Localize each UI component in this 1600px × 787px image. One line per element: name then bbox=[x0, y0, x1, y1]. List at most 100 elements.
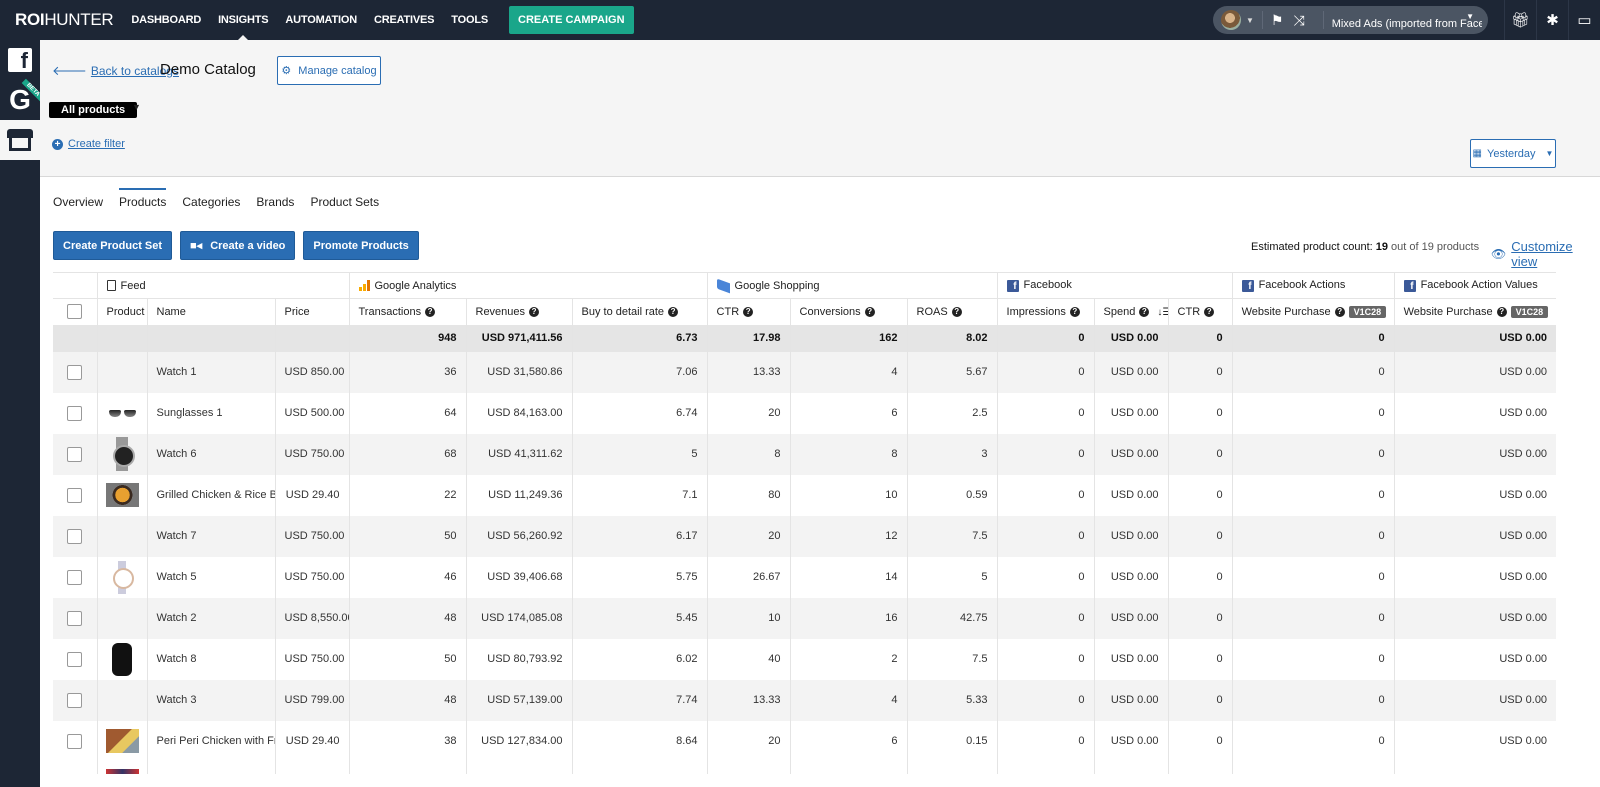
row-checkbox[interactable] bbox=[67, 692, 83, 708]
help-icon[interactable]: ? bbox=[425, 306, 436, 317]
roi-hunter-logo[interactable]: ROIHUNTER bbox=[15, 10, 114, 30]
group-label: Facebook Action Values bbox=[1420, 279, 1538, 292]
row-checkbox[interactable] bbox=[67, 651, 83, 667]
table-row[interactable]: Peri Peri Chicken with FriesUSD 29.4038U… bbox=[53, 720, 1556, 762]
product-thumbnail[interactable] bbox=[105, 729, 139, 753]
col-website-purchase-values[interactable]: Website Purchase? V1C28 bbox=[1394, 299, 1556, 325]
col-spend[interactable]: Spend? ↓☰ bbox=[1094, 298, 1169, 325]
count-value: 19 bbox=[1375, 241, 1388, 253]
shuffle-icon[interactable]: ⤨ bbox=[1293, 12, 1304, 29]
sort-desc-icon[interactable]: ↓☰ bbox=[1157, 307, 1167, 318]
nav-tools[interactable]: TOOLS bbox=[451, 0, 488, 40]
table-row[interactable]: Watch 6 USD 750.00 68 USD 41,311.62 5 8 8 3 0 USD… bbox=[53, 433, 1557, 475]
chat-icon[interactable]: ▭ bbox=[1568, 0, 1600, 40]
col-fb-ctr[interactable]: CTR? bbox=[1168, 298, 1233, 325]
table-row[interactable] bbox=[53, 761, 1557, 774]
col-buy-to-detail-rate[interactable]: Buy to detail rate? bbox=[572, 298, 708, 325]
col-name[interactable]: Name bbox=[147, 298, 276, 325]
nav-dashboard[interactable]: DASHBOARD bbox=[131, 0, 201, 40]
table-row[interactable]: Watch 3 USD 799.00 48 USD 57,139.00 7.74 13.3… bbox=[53, 679, 1557, 721]
total-fb-ctr: 0 bbox=[1168, 324, 1233, 352]
help-icon[interactable]: ? bbox=[1496, 306, 1507, 317]
product-filter-select[interactable]: All products bbox=[49, 102, 138, 118]
row-checkbox[interactable] bbox=[67, 733, 83, 749]
attribution-badge[interactable]: V1C28 bbox=[1348, 305, 1387, 318]
sidebar-item-google[interactable]: G BETA bbox=[0, 78, 45, 120]
cell-transactions: 22 bbox=[349, 474, 467, 516]
account-name[interactable]: Mixed Ads (imported from Facebo bbox=[1332, 18, 1482, 30]
account-switcher[interactable]: ▼ ⚑ ⤨ Mixed Ads (imported from Facebo ▼ bbox=[1213, 6, 1488, 34]
sidebar-item-catalogs[interactable] bbox=[0, 120, 40, 160]
eye-icon: 👁︎ bbox=[1491, 247, 1507, 261]
product-thumbnail[interactable] bbox=[105, 560, 139, 594]
col-transactions[interactable]: Transactions? bbox=[349, 298, 467, 325]
select-all-checkbox[interactable] bbox=[67, 304, 83, 320]
row-checkbox[interactable] bbox=[67, 487, 83, 503]
product-name: Watch 8 bbox=[147, 638, 276, 680]
tab-brands[interactable]: Brands bbox=[256, 190, 294, 212]
table-row[interactable]: Watch 7 USD 750.00 50 USD 56,260.92 6.17 20 12… bbox=[53, 515, 1557, 557]
nav-insights[interactable]: INSIGHTS bbox=[218, 0, 269, 40]
row-checkbox[interactable] bbox=[67, 569, 83, 585]
cell-spend: USD 0.00 bbox=[1094, 351, 1169, 393]
col-product[interactable]: Product bbox=[97, 298, 148, 325]
col-price[interactable]: Price bbox=[275, 298, 350, 325]
table-row[interactable]: Grilled Chicken & Rice BowlUSD 29.4022US… bbox=[53, 474, 1556, 516]
create-product-set-button[interactable]: Create Product Set bbox=[53, 231, 173, 260]
row-checkbox[interactable] bbox=[67, 610, 83, 626]
col-roas[interactable]: ROAS? bbox=[907, 298, 998, 325]
flag-icon[interactable]: ⚑ bbox=[1271, 12, 1284, 29]
col-gs-ctr[interactable]: CTR? bbox=[707, 298, 791, 325]
product-thumbnail[interactable] bbox=[105, 401, 139, 425]
help-icon[interactable]: ? bbox=[743, 306, 754, 317]
product-thumbnail[interactable] bbox=[105, 483, 139, 507]
product-thumbnail[interactable] bbox=[105, 768, 139, 774]
col-impressions[interactable]: Impressions? bbox=[997, 298, 1095, 325]
help-icon[interactable]: ? bbox=[864, 306, 875, 317]
col-revenues[interactable]: Revenues? bbox=[466, 298, 573, 325]
product-thumbnail[interactable] bbox=[112, 642, 132, 676]
row-checkbox[interactable] bbox=[67, 446, 83, 462]
customize-view-link[interactable]: 👁︎ Customize view bbox=[1491, 239, 1600, 269]
help-icon[interactable]: ? bbox=[1069, 306, 1080, 317]
nav-automation[interactable]: AUTOMATION bbox=[285, 0, 357, 40]
row-checkbox[interactable] bbox=[67, 528, 83, 544]
chevron-down-icon[interactable]: ▼ bbox=[132, 102, 141, 112]
help-icon[interactable]: ? bbox=[951, 306, 962, 317]
product-thumbnail[interactable] bbox=[111, 437, 135, 471]
help-icon[interactable]: ? bbox=[1204, 306, 1215, 317]
promote-products-button[interactable]: Promote Products bbox=[303, 231, 419, 260]
tab-product-sets[interactable]: Product Sets bbox=[310, 190, 379, 212]
col-conversions[interactable]: Conversions? bbox=[790, 298, 908, 325]
tab-categories[interactable]: Categories bbox=[182, 190, 240, 212]
cell-price: USD 500.00 bbox=[275, 392, 350, 434]
create-filter-link[interactable]: + Create filter bbox=[52, 138, 125, 150]
row-checkbox[interactable] bbox=[67, 364, 83, 380]
manage-catalog-button[interactable]: ⚙ Manage catalog bbox=[277, 56, 381, 85]
create-campaign-button[interactable]: CREATE CAMPAIGN bbox=[509, 6, 634, 34]
table-row[interactable]: Watch 2 USD 8,550.00 48 USD 174,085.08 5.45 1… bbox=[53, 597, 1557, 639]
nav-creatives[interactable]: CREATIVES bbox=[374, 0, 435, 40]
date-range-picker[interactable]: ▦ Yesterday ▼ bbox=[1470, 139, 1556, 168]
bug-icon[interactable]: ✱ bbox=[1536, 0, 1568, 40]
help-icon[interactable]: ? bbox=[529, 306, 540, 317]
user-avatar[interactable] bbox=[1221, 10, 1241, 30]
col-website-purchase-actions[interactable]: Website Purchase? V1C28 bbox=[1232, 298, 1395, 325]
gift-icon[interactable]: 🎁︎ bbox=[1504, 0, 1536, 40]
product-name bbox=[147, 761, 276, 774]
tab-products[interactable]: Products bbox=[119, 188, 167, 212]
row-checkbox[interactable] bbox=[67, 405, 83, 421]
create-video-button[interactable]: ■◂ Create a video bbox=[180, 231, 296, 260]
tab-overview[interactable]: Overview bbox=[53, 190, 103, 212]
help-icon[interactable]: ? bbox=[1139, 306, 1150, 317]
help-icon[interactable]: ? bbox=[668, 306, 679, 317]
help-icon[interactable]: ? bbox=[1334, 306, 1345, 317]
catalog-header: 🡐 Back to catalogs Demo Catalog ⚙ Manage… bbox=[40, 40, 1600, 177]
table-row[interactable]: Sunglasses 1 USD 500.00 64 USD 84,163.00 6.7… bbox=[53, 392, 1556, 434]
sidebar-item-facebook[interactable]: f bbox=[0, 40, 40, 80]
cell-transactions: 48 bbox=[349, 597, 467, 639]
table-row[interactable]: Watch 5 USD 750.00 46 USD 39,406.68 5.75 26.6… bbox=[53, 556, 1556, 598]
attribution-badge[interactable]: V1C28 bbox=[1510, 305, 1549, 318]
table-row[interactable]: Watch 1 USD 850.00 36 USD 31,580.86 7.06 13.3… bbox=[53, 351, 1557, 393]
table-row[interactable]: Watch 8 USD 750.00 50 USD 80,793.92 6.02 40 2 7… bbox=[53, 638, 1556, 680]
